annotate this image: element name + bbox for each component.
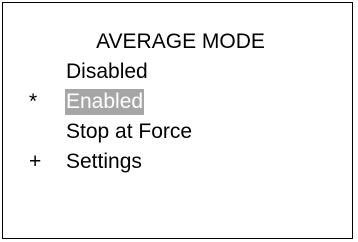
menu-item-label: Settings [66,150,142,173]
menu-item-label-highlighted: Enabled [65,89,145,115]
lcd-screen: AVERAGE MODE Disabled * Enabled Stop at F… [2,2,353,239]
screen-title: AVERAGE MODE [96,30,265,53]
menu-item-stop-at-force[interactable]: Stop at Force [29,118,193,146]
current-setting-marker: * [29,90,38,113]
menu-item-settings[interactable]: + Settings [29,148,143,176]
submenu-marker: + [29,150,42,173]
menu-item-disabled[interactable]: Disabled [29,58,149,86]
menu-item-label: Stop at Force [66,120,193,143]
menu-item-enabled[interactable]: * Enabled [29,88,145,116]
menu-item-label: Disabled [66,60,148,83]
